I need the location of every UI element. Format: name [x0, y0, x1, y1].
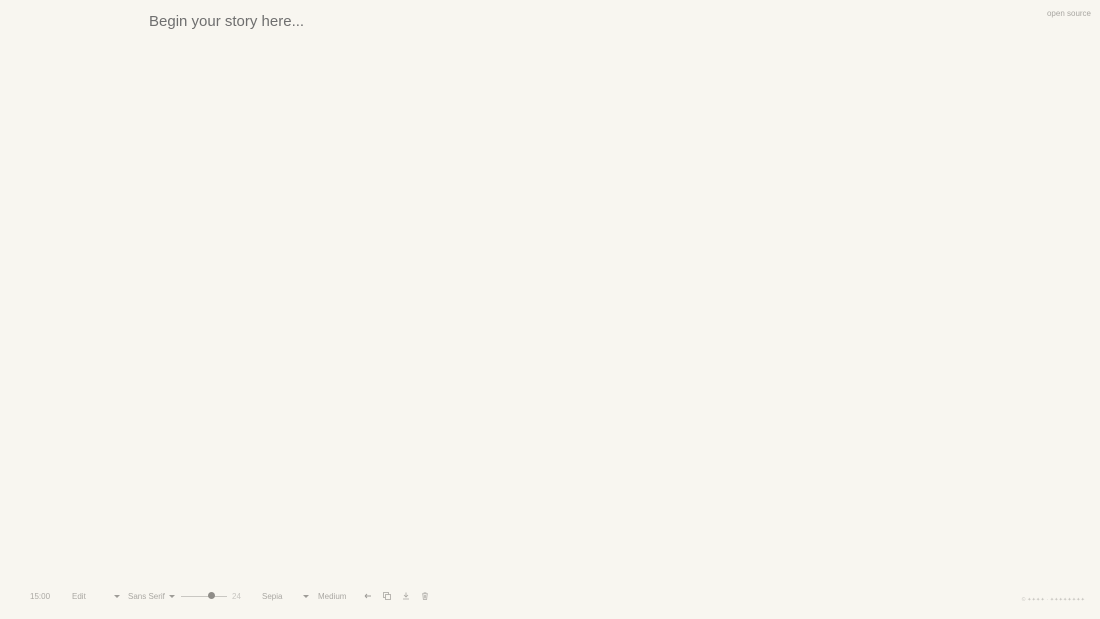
bottom-toolbar: 15:00 Edit Sans Serif 24 Sepia Medium — [30, 588, 437, 604]
chevron-down-icon — [169, 594, 175, 598]
footer-note: © ✦✦✦✦ · ✦✦✦✦✦✦✦✦ — [1021, 597, 1085, 603]
font-size-slider[interactable] — [181, 592, 227, 600]
open-source-link[interactable]: open source — [1047, 9, 1091, 18]
trash-icon[interactable] — [418, 589, 432, 603]
timer[interactable]: 15:00 — [30, 592, 72, 601]
chevron-down-icon — [114, 594, 120, 598]
font-size-value: 24 — [232, 591, 241, 601]
writing-app: open source 15:00 Edit Sans Serif 24 Sep… — [0, 0, 1100, 619]
width-setting[interactable]: Medium — [318, 592, 361, 601]
chevron-down-icon — [303, 594, 309, 598]
width-cycle-icon[interactable] — [361, 589, 375, 603]
story-editor[interactable] — [149, 12, 1009, 572]
font-select[interactable]: Sans Serif — [128, 592, 175, 601]
mode-select-label: Edit — [72, 591, 86, 601]
download-icon[interactable] — [399, 589, 413, 603]
slider-thumb[interactable] — [208, 592, 216, 599]
mode-select[interactable]: Edit — [72, 592, 120, 601]
theme-select[interactable]: Sepia — [262, 592, 309, 601]
theme-select-label: Sepia — [262, 591, 283, 601]
font-select-label: Sans Serif — [128, 591, 165, 601]
copy-icon[interactable] — [380, 589, 394, 603]
slider-track — [181, 595, 227, 597]
